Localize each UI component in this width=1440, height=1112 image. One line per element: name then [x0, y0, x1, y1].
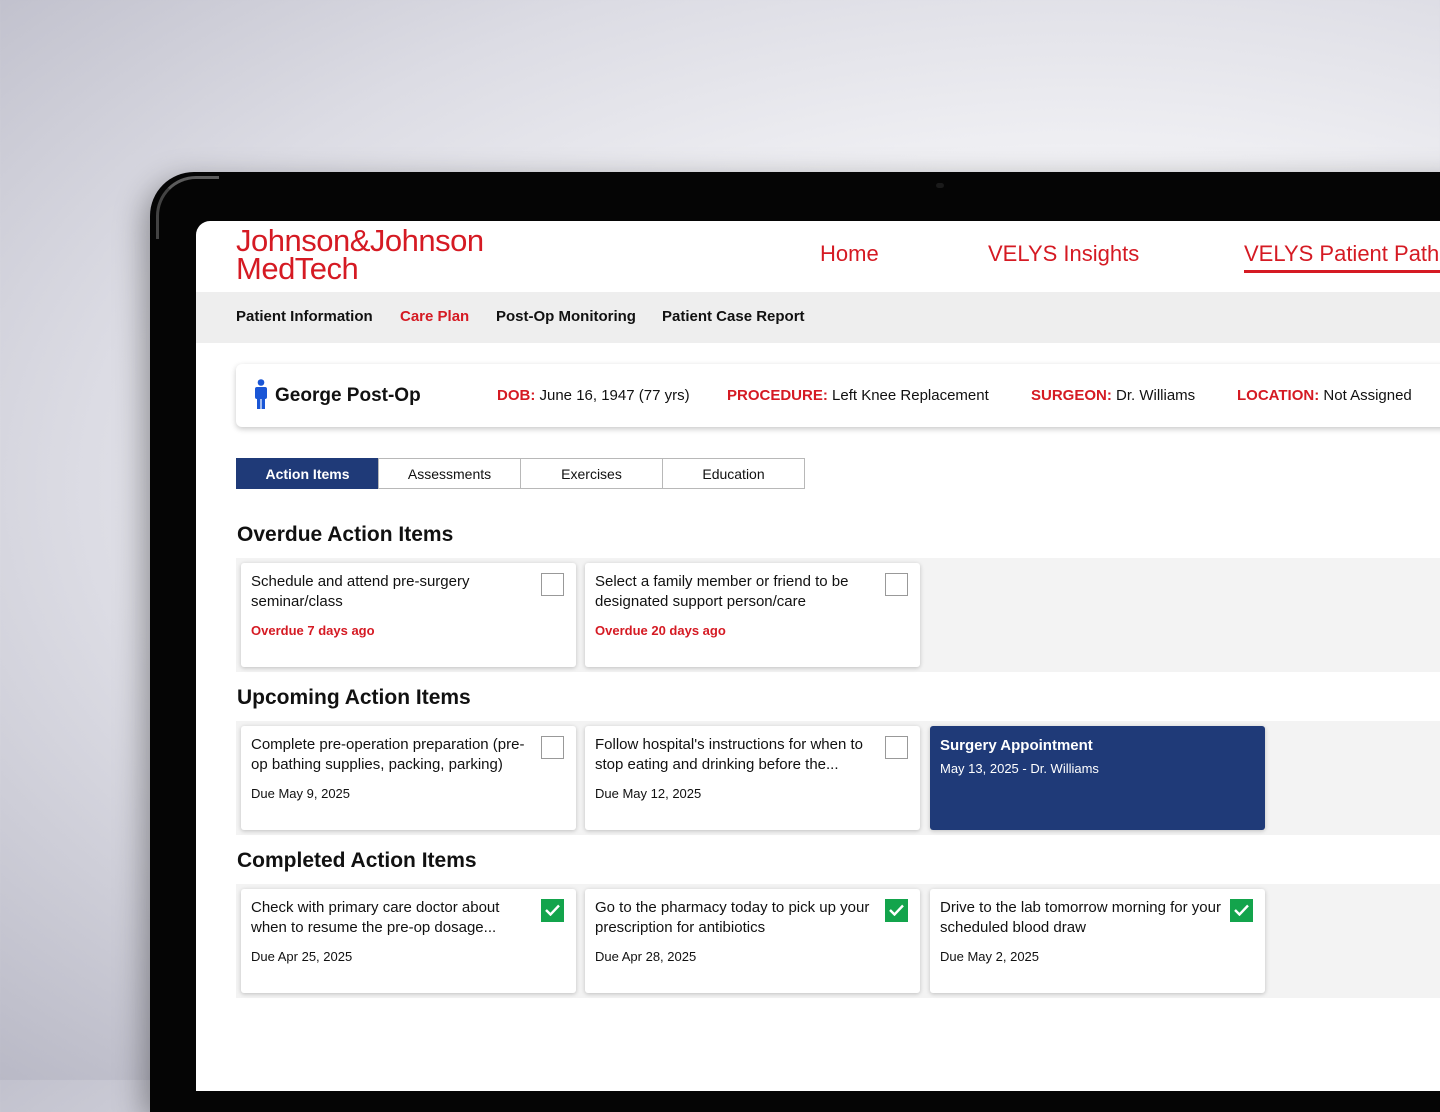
action-card[interactable]: Follow hospital's instructions for when … — [585, 726, 920, 830]
checkmark-icon — [1234, 904, 1249, 916]
nav-velys-patient-path[interactable]: VELYS Patient Path — [1244, 241, 1439, 267]
action-checkbox[interactable] — [885, 736, 908, 759]
action-title: Complete pre-operation preparation (pre-… — [251, 736, 525, 773]
due-date: Due May 12, 2025 — [595, 786, 702, 801]
sub-nav: Patient Information Care Plan Post-Op Mo… — [196, 292, 1440, 343]
tab-exercises[interactable]: Exercises — [520, 458, 663, 489]
due-date: Due May 2, 2025 — [940, 949, 1040, 964]
subnav-patient-information[interactable]: Patient Information — [236, 308, 373, 325]
subnav-post-op-monitoring[interactable]: Post-Op Monitoring — [496, 308, 636, 325]
patient-dob: DOB: June 16, 1947 (77 yrs) — [497, 387, 690, 404]
completed-checkbox[interactable] — [1230, 899, 1253, 922]
active-nav-underline — [1244, 270, 1440, 273]
surgeon-label: SURGEON: — [1031, 387, 1112, 404]
action-title: Drive to the lab tomorrow morning for yo… — [940, 899, 1221, 936]
subnav-patient-case-report[interactable]: Patient Case Report — [662, 308, 805, 325]
action-title: Schedule and attend pre-surgery seminar/… — [251, 573, 470, 610]
patient-surgeon: SURGEON: Dr. Williams — [1031, 387, 1195, 404]
tab-action-items[interactable]: Action Items — [236, 458, 379, 489]
upcoming-section-title: Upcoming Action Items — [237, 686, 471, 709]
action-card[interactable]: Check with primary care doctor about whe… — [241, 889, 576, 993]
due-date: Due Apr 25, 2025 — [251, 949, 353, 964]
action-checkbox[interactable] — [541, 736, 564, 759]
surgeon-value: Dr. Williams — [1116, 387, 1196, 404]
action-card[interactable]: Complete pre-operation preparation (pre-… — [241, 726, 576, 830]
overdue-status: Overdue 7 days ago — [251, 623, 375, 638]
brand-logo[interactable]: Johnson&Johnson MedTech — [236, 225, 484, 286]
action-checkbox[interactable] — [541, 573, 564, 596]
action-card[interactable]: Go to the pharmacy today to pick up your… — [585, 889, 920, 993]
checkmark-icon — [889, 904, 904, 916]
surgery-appointment-card[interactable]: Surgery Appointment May 13, 2025 - Dr. W… — [930, 726, 1265, 830]
dob-value: June 16, 1947 (77 yrs) — [539, 387, 690, 404]
action-card[interactable]: Schedule and attend pre-surgery seminar/… — [241, 563, 576, 667]
patient-location: LOCATION: Not Assigned — [1237, 387, 1412, 404]
person-icon — [255, 379, 267, 409]
overdue-section-title: Overdue Action Items — [237, 523, 454, 546]
action-checkbox[interactable] — [885, 573, 908, 596]
action-title: Select a family member or friend to be d… — [595, 573, 849, 610]
completed-section-title: Completed Action Items — [237, 849, 477, 872]
camera — [936, 183, 944, 188]
action-card[interactable]: Drive to the lab tomorrow morning for yo… — [930, 889, 1265, 993]
location-value: Not Assigned — [1323, 387, 1412, 404]
tab-assessments[interactable]: Assessments — [378, 458, 521, 489]
care-plan-tabs: Action Items Assessments Exercises Educa… — [236, 458, 805, 489]
tab-education[interactable]: Education — [662, 458, 805, 489]
overdue-status: Overdue 20 days ago — [595, 623, 726, 638]
patient-procedure: PROCEDURE: Left Knee Replacement — [727, 387, 989, 404]
logo-line-2: MedTech — [236, 251, 359, 286]
action-title: Go to the pharmacy today to pick up your… — [595, 899, 870, 936]
nav-home[interactable]: Home — [820, 241, 879, 267]
completed-checkbox[interactable] — [885, 899, 908, 922]
action-card[interactable]: Select a family member or friend to be d… — [585, 563, 920, 667]
due-date: Due Apr 28, 2025 — [595, 949, 697, 964]
patient-banner: George Post-Op DOB: June 16, 1947 (77 yr… — [236, 364, 1440, 427]
action-title: Follow hospital's instructions for when … — [595, 736, 863, 773]
completed-checkbox[interactable] — [541, 899, 564, 922]
dob-label: DOB: — [497, 387, 536, 404]
app-screen: Johnson&Johnson MedTech Home VELYS Insig… — [196, 221, 1440, 1091]
subnav-care-plan[interactable]: Care Plan — [400, 308, 469, 325]
checkmark-icon — [545, 904, 560, 916]
due-date: Due May 9, 2025 — [251, 786, 351, 801]
appointment-details: May 13, 2025 - Dr. Williams — [940, 761, 1099, 776]
nav-velys-insights[interactable]: VELYS Insights — [988, 241, 1139, 267]
appointment-title: Surgery Appointment — [940, 737, 1093, 754]
location-label: LOCATION: — [1237, 387, 1320, 404]
action-title: Check with primary care doctor about whe… — [251, 899, 500, 936]
patient-name: George Post-Op — [275, 385, 421, 406]
procedure-label: PROCEDURE: — [727, 387, 828, 404]
procedure-value: Left Knee Replacement — [832, 387, 989, 404]
